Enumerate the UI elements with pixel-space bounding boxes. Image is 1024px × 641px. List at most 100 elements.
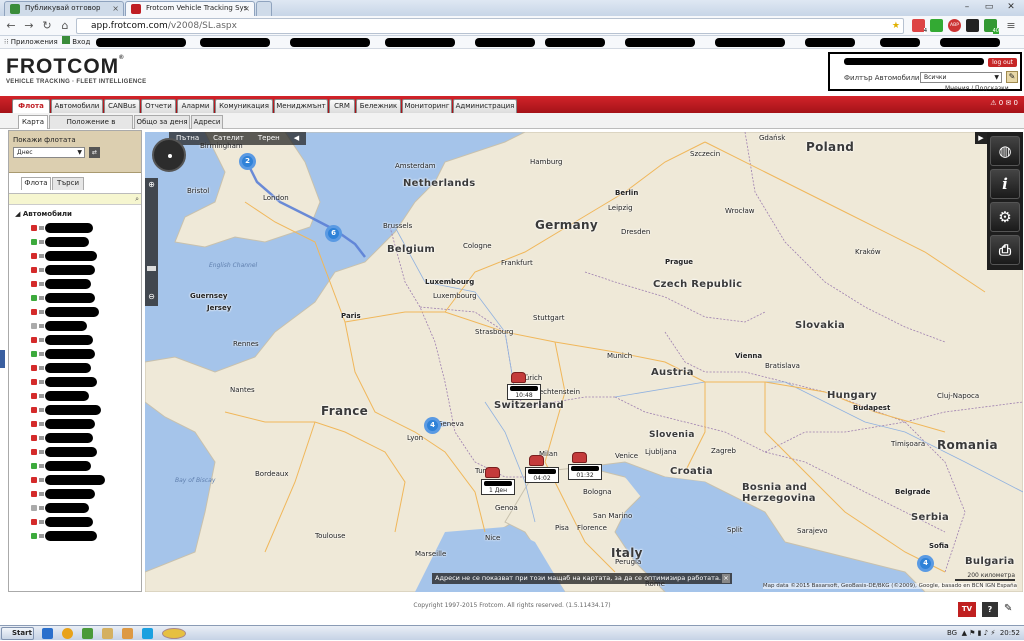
redacted-bookmark[interactable] xyxy=(385,38,455,47)
zoom-knob[interactable] xyxy=(147,266,156,271)
redacted-bookmark[interactable] xyxy=(545,38,605,47)
new-tab-button[interactable] xyxy=(256,1,272,16)
nav-tab-administration[interactable]: Администрация xyxy=(453,99,517,113)
edit-filter-icon[interactable]: ✎ xyxy=(1006,71,1018,83)
counter-extension-icon[interactable]: 40 xyxy=(984,19,999,34)
logout-button[interactable]: log out xyxy=(988,58,1017,67)
subtab-map[interactable]: Карта xyxy=(18,115,48,129)
forward-icon[interactable]: → xyxy=(22,19,36,33)
maximize-icon[interactable]: ▭ xyxy=(978,0,1000,14)
back-icon[interactable]: ← xyxy=(4,19,18,33)
vehicle-cluster[interactable]: 4 xyxy=(424,417,441,434)
url-input[interactable]: app.frotcom.com/v2008/SL.aspx ★ xyxy=(76,18,904,34)
chrome-icon[interactable] xyxy=(62,628,73,639)
nav-tab-monitoring[interactable]: Мониторинг xyxy=(402,99,452,113)
user-feedback-link[interactable]: Мнения / Подсказки xyxy=(945,85,1009,92)
nav-tab-management[interactable]: Мениджмънт xyxy=(274,99,328,113)
vehicle-cluster[interactable]: 2 xyxy=(239,153,256,170)
browser-tab-frotcom[interactable]: Frotcom Vehicle Tracking Sys × xyxy=(125,1,255,16)
help-button[interactable]: ? xyxy=(982,602,998,617)
redacted-bookmark[interactable] xyxy=(940,38,1000,47)
fleet-period-select[interactable]: Днес ▼ xyxy=(13,147,85,158)
label-luxembourg: Luxembourg xyxy=(425,278,475,286)
nav-tab-communication[interactable]: Комуникация xyxy=(215,99,273,113)
nav-tab-reports[interactable]: Отчети xyxy=(141,99,176,113)
menu-icon[interactable]: ≡ xyxy=(1004,19,1018,33)
utorrent-icon[interactable] xyxy=(82,628,93,639)
redacted-bookmark[interactable] xyxy=(200,38,270,47)
pan-control[interactable] xyxy=(152,138,186,172)
adblock-icon[interactable]: ABP xyxy=(948,19,961,32)
nav-tab-fleet[interactable]: Флота xyxy=(12,99,50,113)
redacted-bookmark[interactable] xyxy=(96,38,186,47)
tools-icon[interactable]: ✎ xyxy=(1004,603,1012,614)
refresh-icon[interactable]: ⇄ xyxy=(89,147,100,158)
tree-search-input[interactable]: ⌕ xyxy=(9,193,141,205)
redacted-vehicle-name xyxy=(45,433,93,443)
nav-tab-crm[interactable]: CRM xyxy=(329,99,355,113)
vehicle-cluster[interactable]: 6 xyxy=(325,225,342,242)
nav-tab-notebook[interactable]: Бележник xyxy=(356,99,401,113)
home-extension-icon[interactable] xyxy=(930,19,943,32)
map-type-satellite[interactable]: Сателит xyxy=(206,132,251,145)
close-notice-icon[interactable]: × xyxy=(722,574,730,583)
vehicle-filter-select[interactable]: Всички ▼ xyxy=(920,72,1002,83)
nav-tab-alarms[interactable]: Аларми xyxy=(177,99,214,113)
reload-icon[interactable]: ↻ xyxy=(40,19,54,33)
tv-mode-button[interactable]: TV xyxy=(958,602,976,617)
subtab-current-position[interactable]: Положение в момента xyxy=(49,115,133,138)
close-tab-icon[interactable]: × xyxy=(112,2,119,15)
start-button[interactable]: Start xyxy=(1,627,34,640)
tab-search[interactable]: Търси xyxy=(52,177,84,190)
redacted-bookmark[interactable] xyxy=(475,38,535,47)
redacted-bookmark[interactable] xyxy=(715,38,785,47)
redacted-bookmark[interactable] xyxy=(625,38,695,47)
alert-counters[interactable]: ⚠ 0 ✉ 0 xyxy=(990,99,1018,107)
zoom-out-icon[interactable]: ⊖ xyxy=(146,292,157,301)
chrome-active-icon[interactable] xyxy=(162,628,186,639)
map-view[interactable]: Poland Netherlands Germany Belgium Luxem… xyxy=(145,132,1023,592)
zoom-slider[interactable]: ⊕ ⊖ xyxy=(145,178,158,306)
bookmark-apps[interactable]: ⁝⁝ Приложения xyxy=(4,36,58,49)
tree-root-vehicles[interactable]: ◢ Автомобили xyxy=(15,210,72,218)
nav-tab-canbus[interactable]: CANBus xyxy=(104,99,140,113)
left-edge-handle[interactable] xyxy=(0,350,5,368)
print-icon[interactable]: ⎙ xyxy=(990,235,1020,265)
media-icon[interactable] xyxy=(122,628,133,639)
zoom-in-icon[interactable]: ⊕ xyxy=(146,180,157,189)
redacted-bookmark[interactable] xyxy=(880,38,920,47)
collapse-left-icon[interactable]: ◀ xyxy=(287,132,306,145)
mail-extension-icon[interactable]: 4 xyxy=(912,19,927,34)
minimize-icon[interactable]: – xyxy=(956,0,978,14)
folder-icon[interactable] xyxy=(102,628,113,639)
info-icon[interactable]: i xyxy=(990,169,1020,199)
collapse-icon[interactable]: ◢ xyxy=(15,210,23,218)
nav-tab-vehicles[interactable]: Автомобили xyxy=(51,99,103,113)
redacted-plate xyxy=(528,469,556,474)
close-tab-icon[interactable]: × xyxy=(243,2,250,15)
globe-icon[interactable]: ◍ xyxy=(990,136,1020,166)
redacted-bookmark[interactable] xyxy=(290,38,370,47)
bookmark-star-icon[interactable]: ★ xyxy=(892,19,900,33)
settings-icon[interactable]: ⚙ xyxy=(990,202,1020,232)
subtab-daily-total[interactable]: Общо за деня xyxy=(134,115,190,129)
ie-icon[interactable] xyxy=(42,628,53,639)
skype-icon[interactable] xyxy=(142,628,153,639)
browser-tab-forum[interactable]: Публикувай отговор × xyxy=(4,1,124,16)
clock[interactable]: 20:52 xyxy=(1000,629,1020,637)
tab-fleet[interactable]: Флота xyxy=(21,177,51,190)
home-icon[interactable]: ⌂ xyxy=(58,19,72,33)
label-city: Vienna xyxy=(735,352,763,360)
search-icon[interactable]: ⌕ xyxy=(135,195,139,204)
toggle-tools-icon[interactable]: ▶ xyxy=(975,132,987,144)
vehicle-cluster[interactable]: 4 xyxy=(917,555,934,572)
subtab-addresses[interactable]: Адреси xyxy=(191,115,223,129)
tray-icons[interactable]: ▲ ⚑ ▮ ♪ ⚡ xyxy=(962,629,996,637)
extension-icon[interactable] xyxy=(966,19,979,32)
close-window-icon[interactable]: ✕ xyxy=(1000,0,1022,14)
bookmark-login[interactable]: Вход xyxy=(62,36,90,49)
redacted-bookmark[interactable] xyxy=(805,38,855,47)
language-indicator[interactable]: BG xyxy=(947,629,957,637)
map-type-terrain[interactable]: Терен xyxy=(251,132,287,145)
label-san-marino: San Marino xyxy=(593,512,633,520)
